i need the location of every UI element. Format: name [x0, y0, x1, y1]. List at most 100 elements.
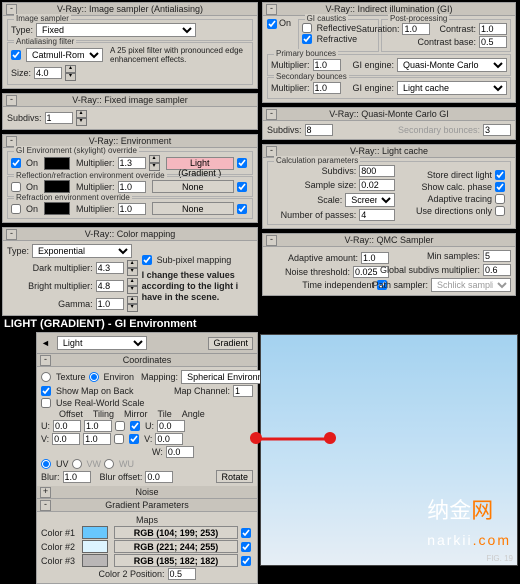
- spinner-buttons[interactable]: ▴▾: [65, 65, 76, 81]
- c1-map-button[interactable]: RGB (104; 199; 253): [114, 526, 238, 539]
- aa-on-checkbox[interactable]: [11, 50, 21, 60]
- lc-subdivs-spinner[interactable]: [359, 165, 395, 177]
- gi-on-checkbox[interactable]: [11, 158, 21, 168]
- dark-spinner[interactable]: [96, 262, 124, 274]
- w-ang-spinner[interactable]: [166, 446, 194, 458]
- left-arrow-icon[interactable]: ◄: [41, 338, 50, 348]
- minus-icon[interactable]: -: [40, 500, 51, 511]
- color-swatch[interactable]: [44, 157, 70, 170]
- environ-radio[interactable]: [89, 372, 99, 382]
- map-on-checkbox[interactable]: [237, 158, 247, 168]
- minus-icon[interactable]: -: [40, 355, 51, 366]
- u-off-spinner[interactable]: [53, 420, 81, 432]
- c2-on-checkbox[interactable]: [241, 542, 251, 552]
- v-tile-checkbox[interactable]: [129, 434, 139, 444]
- bluroff-spinner[interactable]: [145, 471, 173, 483]
- subdivs-spinner[interactable]: [45, 112, 73, 124]
- color-swatch[interactable]: [44, 180, 70, 193]
- gradient-tab[interactable]: Gradient: [208, 337, 253, 350]
- usedir-label: Use directions only: [416, 206, 492, 216]
- v-til-spinner[interactable]: [83, 433, 111, 445]
- c1-swatch[interactable]: [82, 526, 108, 539]
- cmap-type-select[interactable]: Exponential: [32, 244, 132, 258]
- min-spinner[interactable]: [483, 250, 511, 262]
- c3-swatch[interactable]: [82, 554, 108, 567]
- texture-radio[interactable]: [41, 372, 51, 382]
- caustics-label: GI caustics: [305, 14, 349, 23]
- map-on-checkbox[interactable]: [237, 182, 247, 192]
- phase-checkbox[interactable]: [495, 182, 505, 192]
- gi-on-checkbox[interactable]: [267, 19, 277, 29]
- u-ang-spinner[interactable]: [157, 420, 185, 432]
- c2-map-button[interactable]: RGB (221; 244; 255): [114, 540, 238, 553]
- mult-spinner[interactable]: [118, 157, 146, 169]
- c3-map-button[interactable]: RGB (185; 182; 182): [114, 554, 238, 567]
- rollout-header[interactable]: -V-Ray:: Quasi-Monte Carlo GI: [263, 108, 515, 121]
- v-mirror-checkbox[interactable]: [114, 434, 124, 444]
- aa-filter-select[interactable]: Catmull-Rom: [26, 48, 103, 62]
- contrast-spinner[interactable]: [479, 23, 507, 35]
- c2-swatch[interactable]: [82, 540, 108, 553]
- u-tile-checkbox[interactable]: [130, 421, 140, 431]
- type-select[interactable]: Fixed: [36, 23, 196, 37]
- spinner-buttons[interactable]: ▴▾: [149, 155, 160, 171]
- spinner-buttons[interactable]: ▴▾: [127, 296, 138, 312]
- sat-spinner[interactable]: [402, 23, 430, 35]
- spinner-buttons[interactable]: ▴▾: [127, 260, 138, 276]
- subpixel-checkbox[interactable]: [142, 255, 152, 265]
- u-til-spinner[interactable]: [84, 420, 112, 432]
- refl-map-button[interactable]: None: [152, 180, 234, 193]
- rollout-header[interactable]: -Gradient Parameters: [37, 499, 257, 512]
- passes-spinner[interactable]: [359, 209, 395, 221]
- v-ang-spinner[interactable]: [155, 433, 183, 445]
- time-label: Time independent: [302, 280, 374, 290]
- bright-spinner[interactable]: [96, 280, 124, 292]
- secondary-engine-select[interactable]: Light cache: [397, 81, 507, 95]
- rollout-header[interactable]: -V-Ray:: QMC Sampler: [263, 234, 515, 247]
- refl-on-checkbox[interactable]: [11, 182, 21, 192]
- c1-on-checkbox[interactable]: [241, 528, 251, 538]
- minus-icon[interactable]: -: [6, 229, 17, 240]
- cbase-spinner[interactable]: [479, 36, 507, 48]
- map-slot-select[interactable]: Light: [57, 336, 147, 350]
- rollout-header[interactable]: -V-Ray:: Color mapping: [3, 228, 257, 241]
- qmc-subdivs-spinner[interactable]: [305, 124, 333, 136]
- reflective-checkbox[interactable]: [302, 23, 312, 33]
- gi-map-button[interactable]: Light (Gradient ): [166, 157, 234, 170]
- mult-label: Multiplier:: [271, 83, 310, 93]
- store-checkbox[interactable]: [495, 170, 505, 180]
- refr-map-button: None: [152, 202, 234, 215]
- scale-select[interactable]: Screen: [345, 193, 395, 207]
- sample-spinner[interactable]: [359, 179, 395, 191]
- col-tiling: Tiling: [93, 409, 114, 419]
- uv-radio[interactable]: [41, 459, 51, 469]
- minus-icon[interactable]: -: [6, 95, 17, 106]
- refr-on-checkbox[interactable]: [11, 204, 21, 214]
- u-mirror-checkbox[interactable]: [115, 421, 125, 431]
- pmult-spinner[interactable]: [313, 59, 341, 71]
- minus-icon[interactable]: -: [266, 4, 277, 15]
- minus-icon[interactable]: -: [266, 109, 277, 120]
- primary-engine-select[interactable]: Quasi-Monte Carlo: [397, 58, 507, 72]
- rollout-header[interactable]: -Coordinates: [37, 354, 257, 367]
- lc-subdivs-label: Subdivs:: [322, 166, 357, 176]
- c3-on-checkbox[interactable]: [241, 556, 251, 566]
- minus-icon[interactable]: -: [266, 235, 277, 246]
- pos-spinner[interactable]: [168, 568, 196, 580]
- rotate-button[interactable]: Rotate: [216, 470, 253, 483]
- v-off-spinner[interactable]: [52, 433, 80, 445]
- env-title: V-Ray:: Environment: [89, 136, 172, 146]
- rollout-header[interactable]: -V-Ray:: Fixed image sampler: [3, 94, 257, 107]
- spinner-buttons[interactable]: ▴▾: [76, 110, 87, 126]
- spinner-buttons[interactable]: ▴▾: [127, 278, 138, 294]
- refractive-checkbox[interactable]: [302, 34, 312, 44]
- gamma-spinner[interactable]: [96, 298, 124, 310]
- blur-spinner[interactable]: [63, 471, 91, 483]
- plus-icon[interactable]: +: [40, 487, 51, 498]
- size-spinner[interactable]: [34, 67, 62, 79]
- adapt-spinner[interactable]: [361, 252, 389, 264]
- rollout-header[interactable]: +Noise: [37, 486, 257, 499]
- smult-spinner[interactable]: [313, 82, 341, 94]
- glob-spinner[interactable]: [483, 264, 511, 276]
- adaptive-checkbox[interactable]: [495, 194, 505, 204]
